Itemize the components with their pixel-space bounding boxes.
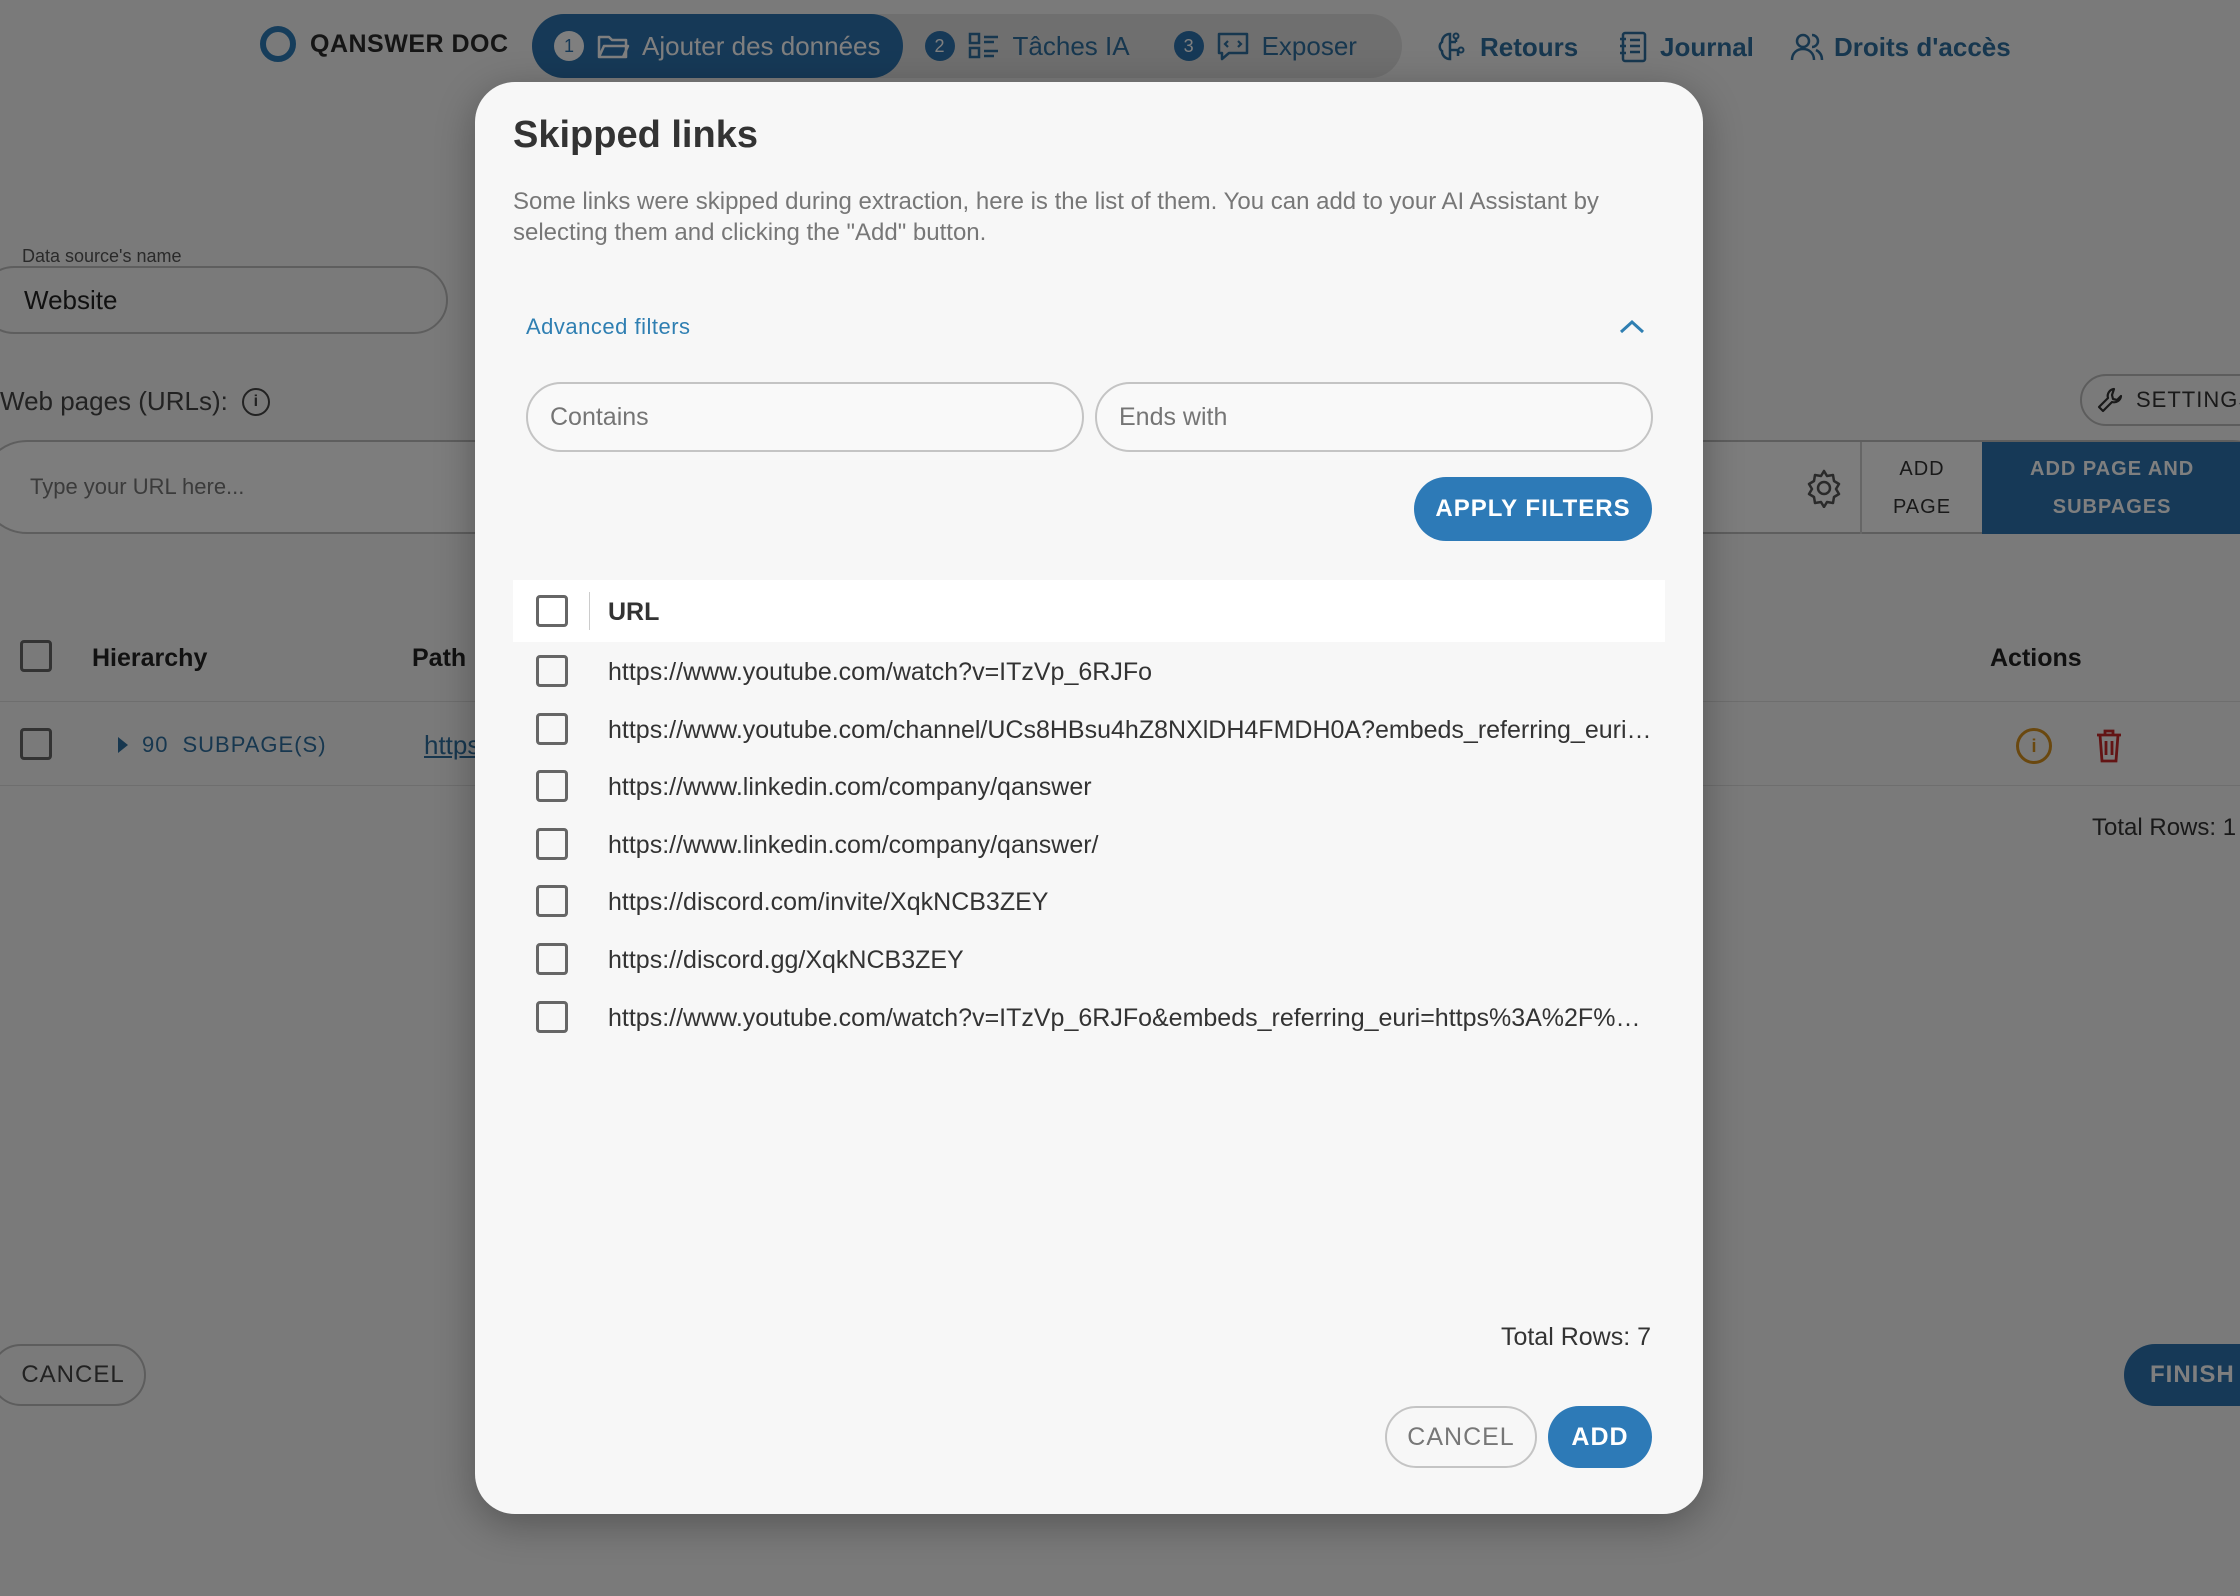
link-row[interactable]: https://www.youtube.com/watch?v=ITzVp_6R…	[513, 642, 1665, 700]
link-row[interactable]: https://www.linkedin.com/company/qanswer…	[513, 815, 1665, 873]
skipped-links-dialog: Skipped links Some links were skipped du…	[475, 82, 1703, 1514]
link-row[interactable]: https://www.youtube.com/watch?v=ITzVp_6R…	[513, 988, 1665, 1046]
ends-with-filter-input[interactable]	[1095, 382, 1653, 452]
dialog-description: Some links were skipped during extractio…	[513, 188, 1599, 246]
chevron-up-icon[interactable]	[1617, 314, 1647, 338]
link-url: https://www.youtube.com/watch?v=ITzVp_6R…	[608, 1004, 1653, 1032]
link-checkbox[interactable]	[536, 943, 568, 975]
link-row[interactable]: https://www.linkedin.com/company/qanswer	[513, 757, 1665, 815]
link-row[interactable]: https://discord.gg/XqkNCB3ZEY	[513, 930, 1665, 988]
column-separator	[589, 592, 590, 630]
cancel-button[interactable]: CANCEL	[1385, 1406, 1537, 1468]
link-url: https://discord.gg/XqkNCB3ZEY	[608, 946, 964, 974]
column-url: URL	[608, 598, 660, 626]
link-checkbox[interactable]	[536, 1001, 568, 1033]
apply-filters-button[interactable]: APPLY FILTERS	[1414, 477, 1652, 541]
link-url: https://www.linkedin.com/company/qanswer…	[608, 831, 1099, 859]
link-url: https://www.youtube.com/watch?v=ITzVp_6R…	[608, 658, 1152, 686]
link-checkbox[interactable]	[536, 770, 568, 802]
link-url: https://www.youtube.com/channel/UCs8HBsu…	[608, 716, 1653, 744]
link-checkbox[interactable]	[536, 655, 568, 687]
total-rows: Total Rows: 7	[1500, 1323, 1651, 1351]
advanced-filters-toggle[interactable]: Advanced filters	[526, 314, 691, 340]
link-checkbox[interactable]	[536, 713, 568, 745]
link-checkbox[interactable]	[536, 885, 568, 917]
links-grid-header: URL	[513, 580, 1665, 642]
link-row[interactable]: https://discord.com/invite/XqkNCB3ZEY	[513, 872, 1665, 930]
link-url: https://www.linkedin.com/company/qanswer	[608, 773, 1092, 801]
add-button[interactable]: ADD	[1548, 1406, 1652, 1468]
dialog-title: Skipped links	[513, 114, 758, 156]
select-all-links-checkbox[interactable]	[536, 595, 568, 627]
link-url: https://discord.com/invite/XqkNCB3ZEY	[608, 888, 1049, 916]
link-row[interactable]: https://www.youtube.com/channel/UCs8HBsu…	[513, 700, 1665, 758]
link-checkbox[interactable]	[536, 828, 568, 860]
contains-filter-input[interactable]	[526, 382, 1084, 452]
